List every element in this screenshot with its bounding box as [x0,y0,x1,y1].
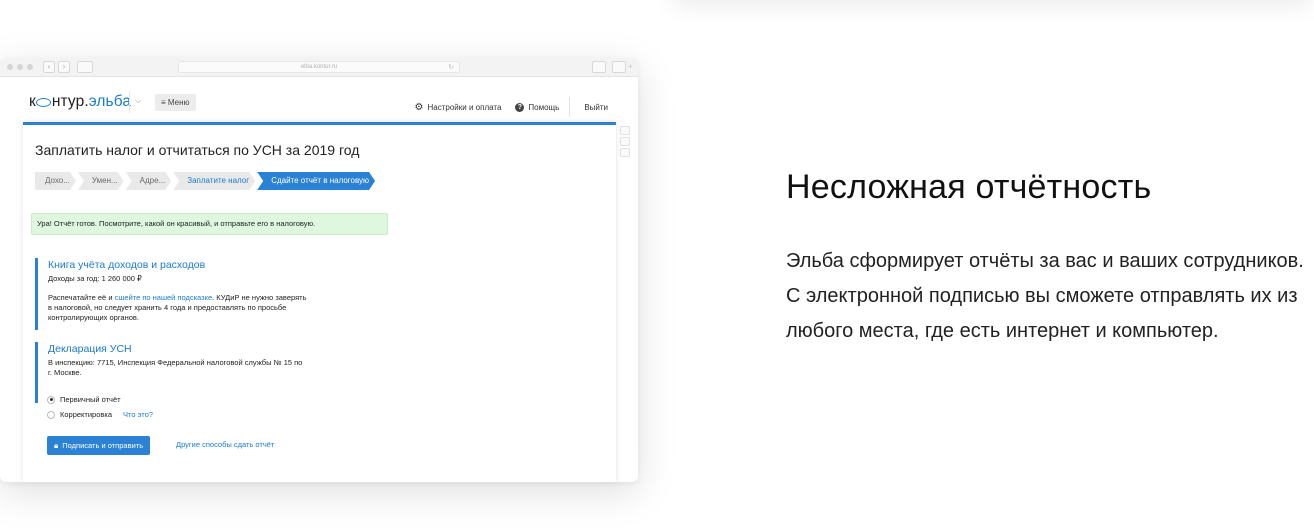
logout-link[interactable]: Выйти [584,103,608,112]
back-icon[interactable]: ‹ [43,61,55,73]
browser-toolbar: ‹ › elba.kontur.ru ↻ + [0,58,638,77]
report-card: Заплатить налог и отчитаться по УСН за 2… [23,122,616,482]
browser-actions [592,61,626,73]
declaration-line1: В инспекцию: 7715, Инспекция Федеральной… [48,358,303,367]
divider [129,91,130,113]
new-tab-icon[interactable]: + [628,63,636,71]
address-text: elba.kontur.ru [300,64,338,70]
promo-headline: Несложная отчётность [786,168,1152,206]
step-submit-report[interactable]: Сдайте отчёт в налоговую [257,172,375,190]
radio-checked-icon[interactable] [47,395,55,404]
logo-ring-icon [36,98,52,107]
minimize-window-icon[interactable] [17,64,23,70]
step-reduction[interactable]: Умен... [78,172,124,190]
divider [569,97,571,117]
share-icon[interactable] [592,61,606,73]
address-bar[interactable]: elba.kontur.ru ↻ [178,61,460,73]
declaration-title-link[interactable]: Декларация УСН [48,343,302,355]
logo-brand: эльба [88,93,132,110]
sign-button-label: Подписать и отправить [62,441,144,450]
other-ways-link[interactable]: Другие способы сдать отчёт [176,440,274,449]
sign-and-send-button[interactable]: 🔒︎ Подписать и отправить [47,436,151,455]
browser-window: ‹ › elba.kontur.ru ↻ + к нтур.эльба ⌵ ≡ М… [0,58,638,482]
dislike-icon[interactable] [620,148,630,157]
book-title-link[interactable]: Книга учёта доходов и расходов [48,259,307,271]
logo-prefix: к [29,93,36,110]
radio-correction[interactable]: Корректировка Что это? [47,410,153,419]
step-address[interactable]: Адре... [126,172,172,190]
success-message: Ура! Отчёт готов. Посмотрите, какой он к… [31,213,388,235]
logo[interactable]: к нтур.эльба [29,93,131,111]
settings-link[interactable]: ⚙ Настройки и оплата [415,102,502,113]
gear-icon: ⚙ [414,101,424,113]
book-note: Распечатайте её и сшейте по нашей подска… [48,293,307,303]
app-header: к нтур.эльба ⌵ ≡ Меню ⚙ Настройки и оплат… [0,78,638,123]
whats-this-link[interactable]: Что это? [123,410,153,419]
signature-icon: 🔒︎ [54,441,59,450]
radio-correction-label: Корректировка [60,410,112,419]
like-icon[interactable] [620,126,630,135]
step-pay-tax[interactable]: Заплатите налог [173,172,255,190]
close-window-icon[interactable] [7,64,13,70]
reload-icon[interactable]: ↻ [448,62,454,73]
promo-description: Эльба сформирует отчёты за вас и ваших с… [786,250,1304,342]
book-note-pre: Распечатайте её и [48,293,115,302]
menu-button[interactable]: ≡ Меню [155,94,196,111]
settings-label: Настройки и оплата [427,102,502,112]
book-section: Книга учёта доходов и расходов Доходы за… [35,258,307,330]
browser-nav: ‹ › [43,61,70,73]
declaration-section: Декларация УСН В инспекцию: 7715, Инспек… [35,342,302,403]
help-icon: ? [515,102,525,112]
book-income: Доходы за год: 1 260 000 ₽ [48,274,142,283]
sidebar-toggle-icon[interactable] [77,61,93,73]
maximize-window-icon[interactable] [27,64,33,70]
chat-icon[interactable] [620,137,630,146]
book-note-line3: контролирующих органов. [48,313,139,322]
logout-label: Выйти [584,102,608,112]
declaration-line2: г. Москве. [48,368,82,377]
radio-unchecked-icon[interactable] [47,410,55,419]
radio-primary-report[interactable]: Первичный отчёт [47,395,121,404]
tabs-icon[interactable] [612,61,626,73]
radio-primary-label: Первичный отчёт [60,395,121,404]
stitch-hint-link[interactable]: сшейте по нашей подсказке [115,293,213,302]
breadcrumb-steps: Дохо... Умен... Адре... Заплатите налог … [35,172,377,190]
logo-mid: нтур. [51,93,89,110]
header-actions: ⚙ Настройки и оплата ? Помощь Выйти [401,97,608,117]
feedback-widget [620,126,632,157]
window-controls [7,64,33,70]
forward-icon[interactable]: › [58,61,70,73]
chevron-down-icon[interactable]: ⌵ [135,96,141,106]
page-title: Заплатить налог и отчитаться по УСН за 2… [35,142,360,158]
help-link[interactable]: ? Помощь [515,102,560,112]
book-note-post: . КУДиР не нужно заверять [212,293,307,302]
step-income[interactable]: Дохо... [35,172,76,190]
book-note-line2: в налоговой, но следует хранить 4 года и… [48,303,287,312]
help-label: Помощь [528,102,560,112]
